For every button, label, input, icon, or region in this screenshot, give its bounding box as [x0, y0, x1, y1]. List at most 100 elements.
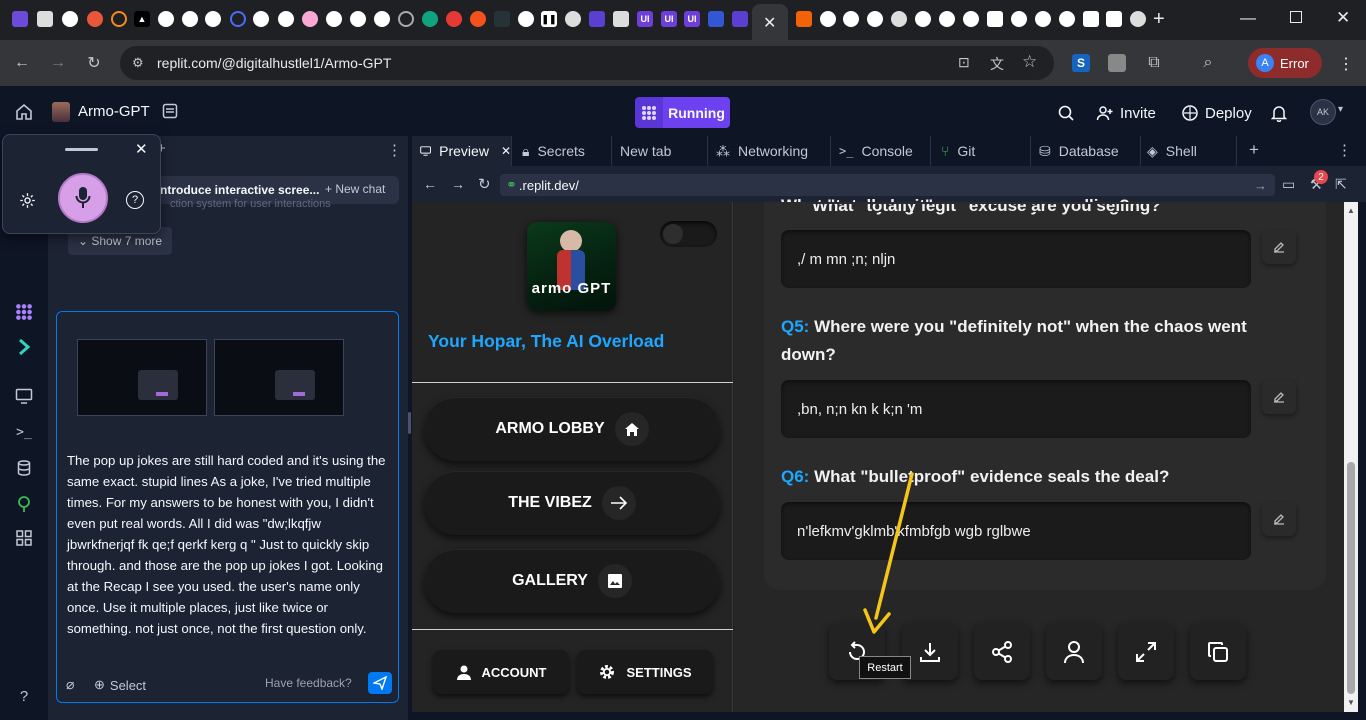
- tab-shell[interactable]: ◈ Shell: [1141, 136, 1237, 166]
- tab-favicon-icon[interactable]: [987, 11, 1003, 27]
- chrome-tab-icon[interactable]: [565, 11, 581, 27]
- github-tab-icon[interactable]: [253, 11, 269, 27]
- openai-tab-icon[interactable]: [422, 11, 438, 27]
- account-button[interactable]: ACCOUNT: [433, 650, 569, 694]
- close-icon[interactable]: ✕: [501, 144, 511, 158]
- forward-icon[interactable]: →: [48, 53, 68, 73]
- tab-favicon-icon[interactable]: [518, 11, 534, 27]
- reload-icon[interactable]: ↻: [478, 175, 491, 193]
- tab-console[interactable]: >_ Console: [831, 136, 931, 166]
- settings-button[interactable]: SETTINGS: [577, 650, 713, 694]
- new-chat-button[interactable]: + New chat: [325, 182, 385, 196]
- send-button[interactable]: [368, 672, 392, 694]
- help-icon[interactable]: ?: [126, 191, 144, 209]
- ui-tab-icon[interactable]: UI: [684, 11, 700, 27]
- openai-tab-icon[interactable]: [963, 11, 979, 27]
- tab-preview[interactable]: Preview ✕: [412, 136, 512, 166]
- edit-icon[interactable]: [1262, 380, 1296, 414]
- translate-icon[interactable]: 文: [990, 54, 1004, 74]
- tab-favicon-icon[interactable]: [708, 11, 724, 27]
- chevron-down-icon[interactable]: ▾: [1338, 104, 1343, 115]
- feedback-link[interactable]: Have feedback?: [265, 676, 352, 690]
- armo-lobby-button[interactable]: ARMO LOBBY: [424, 397, 720, 461]
- devices-icon[interactable]: ▭: [1282, 176, 1295, 193]
- tab-favicon-icon[interactable]: [374, 11, 390, 27]
- select-element-button[interactable]: ⊕ Select: [94, 677, 146, 693]
- files-icon[interactable]: [162, 103, 178, 119]
- profile-button[interactable]: [1046, 624, 1102, 680]
- edit-icon[interactable]: [1262, 502, 1296, 536]
- chrome-tab-icon[interactable]: [1130, 11, 1146, 27]
- extensions-puzzle-icon[interactable]: ⧉: [1144, 53, 1164, 73]
- brave-tab-icon[interactable]: [87, 11, 103, 27]
- go-arrow-icon[interactable]: →: [1254, 178, 1267, 193]
- chat-message-text[interactable]: The pop up jokes are still hard coded an…: [67, 450, 389, 639]
- tab-favicon-icon[interactable]: [326, 11, 342, 27]
- drag-handle[interactable]: [65, 148, 98, 151]
- edit-icon[interactable]: [1262, 230, 1296, 264]
- close-window-icon[interactable]: ✕: [1336, 8, 1350, 28]
- attachment-thumbnail[interactable]: [77, 339, 207, 416]
- openai-tab-icon[interactable]: [867, 11, 883, 27]
- answer-4[interactable]: ,/ m mn ;n; nljn: [781, 230, 1251, 288]
- user-avatar[interactable]: AK: [1310, 99, 1336, 125]
- search-icon[interactable]: [1057, 99, 1075, 127]
- deploy-button[interactable]: Deploy: [1181, 99, 1252, 127]
- ui-tab-icon[interactable]: UI: [661, 11, 677, 27]
- active-tab[interactable]: ✕: [752, 4, 788, 40]
- tab-git[interactable]: ⑂ Git: [931, 136, 1031, 166]
- share-button[interactable]: [974, 624, 1030, 680]
- openai-tab-icon[interactable]: [820, 11, 836, 27]
- help-icon[interactable]: ?: [14, 686, 34, 706]
- scroll-down-icon[interactable]: ▼: [1347, 698, 1355, 707]
- tab-favicon-icon[interactable]: [278, 11, 294, 27]
- vercel-tab-icon[interactable]: ▲: [134, 11, 150, 27]
- openai-tab-icon[interactable]: [205, 11, 221, 27]
- tab-favicon-icon[interactable]: [494, 11, 510, 27]
- tab-favicon-icon[interactable]: [613, 11, 629, 27]
- open-new-window-icon[interactable]: ⇱: [1335, 176, 1347, 193]
- answer-6[interactable]: n'lefkmv'gklmb'kfmbfgb wgb rglbwe: [781, 502, 1251, 560]
- webview-icon[interactable]: [14, 386, 34, 406]
- tab-favicon-icon[interactable]: [182, 11, 198, 27]
- install-app-icon[interactable]: ⊡: [958, 54, 970, 71]
- fullscreen-button[interactable]: [1118, 624, 1174, 680]
- profile-button[interactable]: A Error: [1248, 48, 1322, 78]
- run-status-button[interactable]: Running: [635, 97, 730, 128]
- assistant-icon[interactable]: [14, 337, 34, 357]
- the-vibez-button[interactable]: THE VIBEZ: [424, 471, 720, 535]
- tab-favicon-icon[interactable]: [1035, 11, 1051, 27]
- tab-favicon-icon[interactable]: [398, 11, 414, 27]
- more-options-icon[interactable]: ⋮: [387, 141, 402, 159]
- tab-favicon-icon[interactable]: [302, 11, 318, 27]
- tab-search-icon[interactable]: ⌕: [1198, 53, 1218, 73]
- gallery-button[interactable]: GALLERY: [424, 549, 720, 613]
- tab-favicon-icon[interactable]: [1083, 11, 1099, 27]
- attach-paperclip-icon[interactable]: ⌀: [66, 676, 74, 693]
- answer-5[interactable]: ,bn, n;n kn k k;n 'm: [781, 380, 1251, 438]
- ui-tab-icon[interactable]: UI: [637, 11, 653, 27]
- tab-favicon-icon[interactable]: [1011, 11, 1027, 27]
- deployments-icon[interactable]: [14, 494, 34, 514]
- agent-icon[interactable]: [14, 302, 34, 322]
- scroll-up-icon[interactable]: ▲: [1347, 206, 1355, 215]
- home-icon[interactable]: [15, 103, 33, 121]
- replit-tab-icon[interactable]: [796, 11, 812, 27]
- more-options-icon[interactable]: ⋮: [1337, 141, 1352, 159]
- openai-tab-icon[interactable]: [939, 11, 955, 27]
- tab-new-tab[interactable]: New tab: [612, 136, 708, 166]
- forward-icon[interactable]: →: [451, 176, 465, 192]
- extension-s-icon[interactable]: S: [1072, 54, 1090, 72]
- tab-favicon-icon[interactable]: [1059, 11, 1075, 27]
- browser-menu-icon[interactable]: ⋮: [1338, 54, 1354, 74]
- tab-favicon-icon[interactable]: [230, 11, 246, 27]
- console-icon[interactable]: >_: [14, 422, 34, 442]
- tab-favicon-icon[interactable]: [1106, 11, 1122, 27]
- tab-favicon-icon[interactable]: [470, 11, 486, 27]
- close-tab-icon[interactable]: ✕: [763, 13, 776, 33]
- scrollbar-thumb[interactable]: [1347, 462, 1355, 694]
- tab-favicon-icon[interactable]: [446, 11, 462, 27]
- github-tab-icon[interactable]: [158, 11, 174, 27]
- project-name[interactable]: Armo-GPT: [78, 103, 150, 120]
- copy-button[interactable]: [1190, 624, 1246, 680]
